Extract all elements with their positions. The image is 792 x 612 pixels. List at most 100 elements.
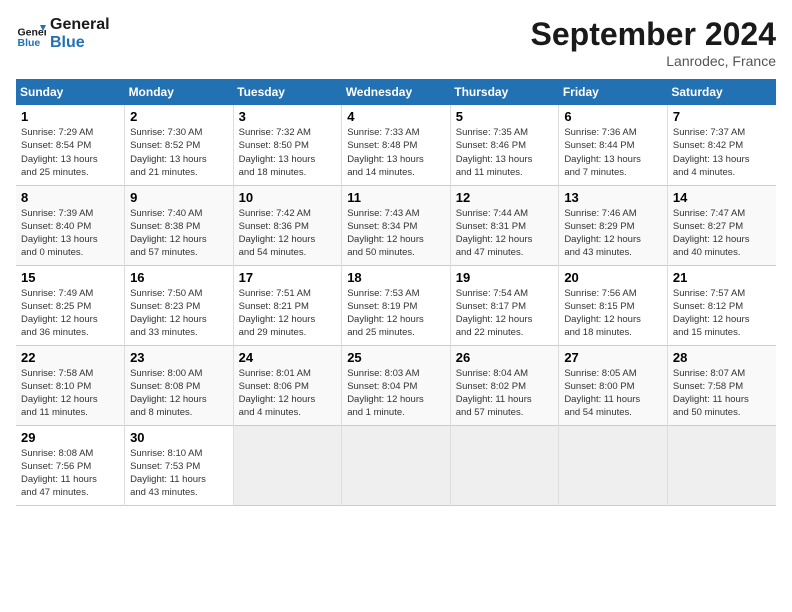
calendar-cell: 7 Sunrise: 7:37 AM Sunset: 8:42 PM Daylig… xyxy=(667,105,776,185)
calendar-cell: 18Sunrise: 7:53 AM Sunset: 8:19 PM Dayli… xyxy=(342,265,451,345)
day-info: Sunrise: 7:49 AM Sunset: 8:25 PM Dayligh… xyxy=(21,287,119,340)
week-row-3: 15 Sunrise: 7:49 AM Sunset: 8:25 PM Dayli… xyxy=(16,265,776,345)
day-number: 9 xyxy=(130,190,228,205)
day-number: 24 xyxy=(239,350,337,365)
day-number: 27 xyxy=(564,350,662,365)
column-header-friday: Friday xyxy=(559,79,668,105)
day-number: 17 xyxy=(239,270,337,285)
calendar-cell: 28 Sunrise: 8:07 AM Sunset: 7:58 PM Dayli… xyxy=(667,345,776,425)
day-info: Sunrise: 7:51 AM Sunset: 8:21 PM Dayligh… xyxy=(239,287,337,340)
day-info: Sunrise: 7:42 AM Sunset: 8:36 PM Dayligh… xyxy=(239,207,337,260)
calendar-cell: 2Sunrise: 7:30 AM Sunset: 8:52 PM Daylig… xyxy=(125,105,234,185)
day-info: Sunrise: 7:37 AM Sunset: 8:42 PM Dayligh… xyxy=(673,126,771,179)
day-info: Sunrise: 7:47 AM Sunset: 8:27 PM Dayligh… xyxy=(673,207,771,260)
calendar-cell xyxy=(342,425,451,505)
calendar-cell: 9 Sunrise: 7:40 AM Sunset: 8:38 PM Daylig… xyxy=(125,185,234,265)
calendar-cell: 1 Sunrise: 7:29 AM Sunset: 8:54 PM Daylig… xyxy=(16,105,125,185)
day-info: Sunrise: 8:01 AM Sunset: 8:06 PM Dayligh… xyxy=(239,367,337,420)
day-number: 16 xyxy=(130,270,228,285)
calendar-cell: 14Sunrise: 7:47 AM Sunset: 8:27 PM Dayli… xyxy=(667,185,776,265)
svg-text:Blue: Blue xyxy=(18,37,41,49)
day-info: Sunrise: 7:29 AM Sunset: 8:54 PM Dayligh… xyxy=(21,126,119,179)
day-info: Sunrise: 7:46 AM Sunset: 8:29 PM Dayligh… xyxy=(564,207,662,260)
calendar-cell: 11Sunrise: 7:43 AM Sunset: 8:34 PM Dayli… xyxy=(342,185,451,265)
day-number: 7 xyxy=(673,109,771,124)
calendar-cell: 3Sunrise: 7:32 AM Sunset: 8:50 PM Daylig… xyxy=(233,105,342,185)
day-number: 3 xyxy=(239,109,337,124)
day-info: Sunrise: 7:35 AM Sunset: 8:46 PM Dayligh… xyxy=(456,126,554,179)
column-header-sunday: Sunday xyxy=(16,79,125,105)
day-info: Sunrise: 8:08 AM Sunset: 7:56 PM Dayligh… xyxy=(21,447,119,500)
location: Lanrodec, France xyxy=(531,53,776,69)
day-info: Sunrise: 7:44 AM Sunset: 8:31 PM Dayligh… xyxy=(456,207,554,260)
calendar-cell: 30Sunrise: 8:10 AM Sunset: 7:53 PM Dayli… xyxy=(125,425,234,505)
day-number: 10 xyxy=(239,190,337,205)
day-info: Sunrise: 8:07 AM Sunset: 7:58 PM Dayligh… xyxy=(673,367,771,420)
logo-icon: General Blue xyxy=(16,19,46,49)
day-info: Sunrise: 8:10 AM Sunset: 7:53 PM Dayligh… xyxy=(130,447,228,500)
day-info: Sunrise: 7:30 AM Sunset: 8:52 PM Dayligh… xyxy=(130,126,228,179)
day-number: 21 xyxy=(673,270,771,285)
calendar-cell: 13 Sunrise: 7:46 AM Sunset: 8:29 PM Dayli… xyxy=(559,185,668,265)
day-number: 13 xyxy=(564,190,662,205)
day-number: 12 xyxy=(456,190,554,205)
day-number: 19 xyxy=(456,270,554,285)
day-number: 20 xyxy=(564,270,662,285)
calendar-cell: 27 Sunrise: 8:05 AM Sunset: 8:00 PM Dayli… xyxy=(559,345,668,425)
day-info: Sunrise: 7:33 AM Sunset: 8:48 PM Dayligh… xyxy=(347,126,445,179)
column-header-thursday: Thursday xyxy=(450,79,559,105)
day-number: 11 xyxy=(347,190,445,205)
week-row-2: 8 Sunrise: 7:39 AM Sunset: 8:40 PM Daylig… xyxy=(16,185,776,265)
column-header-saturday: Saturday xyxy=(667,79,776,105)
day-info: Sunrise: 8:03 AM Sunset: 8:04 PM Dayligh… xyxy=(347,367,445,420)
day-number: 8 xyxy=(21,190,119,205)
day-number: 1 xyxy=(21,109,119,124)
day-number: 18 xyxy=(347,270,445,285)
calendar-cell xyxy=(450,425,559,505)
calendar-cell: 15 Sunrise: 7:49 AM Sunset: 8:25 PM Dayli… xyxy=(16,265,125,345)
day-info: Sunrise: 7:36 AM Sunset: 8:44 PM Dayligh… xyxy=(564,126,662,179)
day-number: 5 xyxy=(456,109,554,124)
day-number: 26 xyxy=(456,350,554,365)
day-info: Sunrise: 7:56 AM Sunset: 8:15 PM Dayligh… xyxy=(564,287,662,340)
calendar-cell: 25 Sunrise: 8:03 AM Sunset: 8:04 PM Dayli… xyxy=(342,345,451,425)
calendar-cell: 6 Sunrise: 7:36 AM Sunset: 8:44 PM Daylig… xyxy=(559,105,668,185)
month-title: September 2024 xyxy=(531,16,776,53)
page-header: General Blue General Blue September 2024… xyxy=(16,16,776,69)
day-number: 28 xyxy=(673,350,771,365)
day-info: Sunrise: 8:04 AM Sunset: 8:02 PM Dayligh… xyxy=(456,367,554,420)
calendar-cell: 26 Sunrise: 8:04 AM Sunset: 8:02 PM Dayli… xyxy=(450,345,559,425)
day-info: Sunrise: 7:54 AM Sunset: 8:17 PM Dayligh… xyxy=(456,287,554,340)
calendar-cell: 21 Sunrise: 7:57 AM Sunset: 8:12 PM Dayli… xyxy=(667,265,776,345)
title-block: September 2024 Lanrodec, France xyxy=(531,16,776,69)
calendar-cell: 12 Sunrise: 7:44 AM Sunset: 8:31 PM Dayli… xyxy=(450,185,559,265)
calendar-cell: 29 Sunrise: 8:08 AM Sunset: 7:56 PM Dayli… xyxy=(16,425,125,505)
day-number: 15 xyxy=(21,270,119,285)
calendar-cell xyxy=(233,425,342,505)
logo-blue: Blue xyxy=(50,34,110,52)
logo-general: General xyxy=(50,16,110,34)
week-row-5: 29 Sunrise: 8:08 AM Sunset: 7:56 PM Dayli… xyxy=(16,425,776,505)
calendar-cell: 4Sunrise: 7:33 AM Sunset: 8:48 PM Daylig… xyxy=(342,105,451,185)
calendar-cell: 20 Sunrise: 7:56 AM Sunset: 8:15 PM Dayli… xyxy=(559,265,668,345)
day-info: Sunrise: 7:40 AM Sunset: 8:38 PM Dayligh… xyxy=(130,207,228,260)
calendar-cell: 22Sunrise: 7:58 AM Sunset: 8:10 PM Dayli… xyxy=(16,345,125,425)
calendar-table: SundayMondayTuesdayWednesdayThursdayFrid… xyxy=(16,79,776,506)
day-info: Sunrise: 8:05 AM Sunset: 8:00 PM Dayligh… xyxy=(564,367,662,420)
calendar-cell: 5 Sunrise: 7:35 AM Sunset: 8:46 PM Daylig… xyxy=(450,105,559,185)
day-number: 6 xyxy=(564,109,662,124)
calendar-cell: 10 Sunrise: 7:42 AM Sunset: 8:36 PM Dayli… xyxy=(233,185,342,265)
calendar-cell xyxy=(559,425,668,505)
week-row-4: 22Sunrise: 7:58 AM Sunset: 8:10 PM Dayli… xyxy=(16,345,776,425)
day-number: 29 xyxy=(21,430,119,445)
calendar-cell: 16Sunrise: 7:50 AM Sunset: 8:23 PM Dayli… xyxy=(125,265,234,345)
column-header-tuesday: Tuesday xyxy=(233,79,342,105)
day-info: Sunrise: 7:57 AM Sunset: 8:12 PM Dayligh… xyxy=(673,287,771,340)
day-number: 23 xyxy=(130,350,228,365)
calendar-cell xyxy=(667,425,776,505)
calendar-cell: 17 Sunrise: 7:51 AM Sunset: 8:21 PM Dayli… xyxy=(233,265,342,345)
calendar-cell: 19 Sunrise: 7:54 AM Sunset: 8:17 PM Dayli… xyxy=(450,265,559,345)
calendar-cell: 24 Sunrise: 8:01 AM Sunset: 8:06 PM Dayli… xyxy=(233,345,342,425)
day-info: Sunrise: 7:39 AM Sunset: 8:40 PM Dayligh… xyxy=(21,207,119,260)
day-number: 25 xyxy=(347,350,445,365)
